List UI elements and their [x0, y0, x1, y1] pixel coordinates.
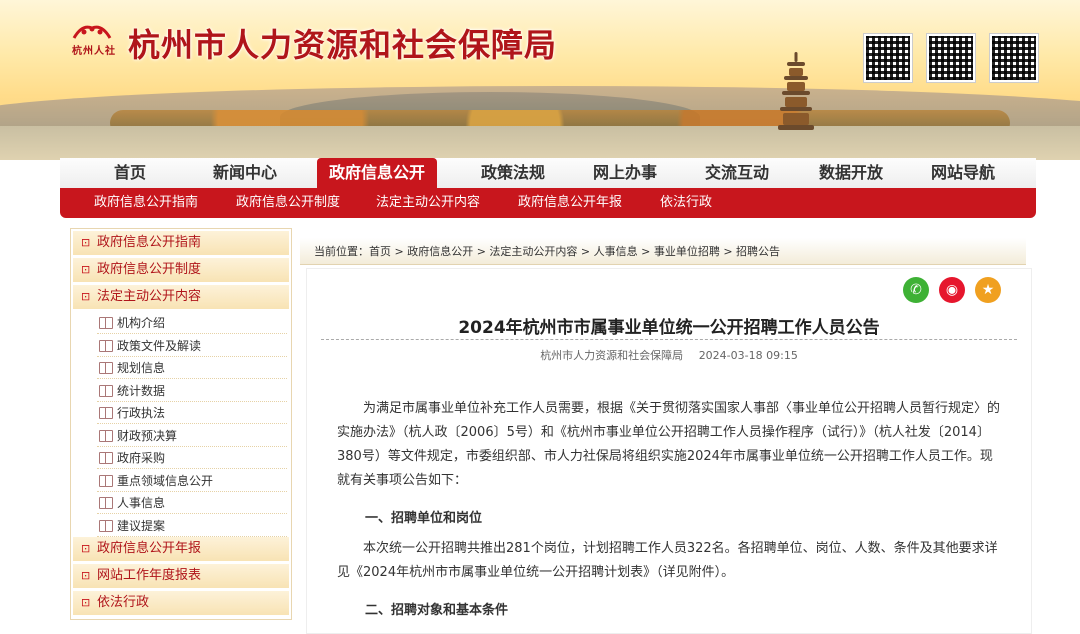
sidebar-subitem-org[interactable]: 机构介绍	[97, 313, 287, 334]
bullet-icon: ⊡	[81, 596, 91, 609]
book-icon	[99, 385, 113, 397]
nav-item-online-service[interactable]: 网上办事	[580, 158, 670, 188]
sidebar-item-label: 网站工作年度报表	[97, 568, 202, 583]
book-icon	[99, 475, 113, 487]
article-meta: 杭州市人力资源和社会保障局 2024-03-18 09:15	[307, 347, 1031, 363]
subnav-item-guide[interactable]: 政府信息公开指南	[94, 188, 198, 218]
site-logo[interactable]: 杭州人社	[66, 22, 118, 57]
nav-item-open-data[interactable]: 数据开放	[806, 158, 896, 188]
sidebar-subitem-label: 行政执法	[117, 406, 166, 420]
sidebar-item-site-report[interactable]: ⊡ 网站工作年度报表	[73, 564, 289, 588]
subnav-item-annual-report[interactable]: 政府信息公开年报	[518, 188, 622, 218]
sidebar-item-annual-report[interactable]: ⊡ 政府信息公开年报	[73, 537, 289, 561]
sub-nav: 政府信息公开指南 政府信息公开制度 法定主动公开内容 政府信息公开年报 依法行政	[60, 188, 1036, 218]
lake-decoration	[0, 126, 1080, 160]
sidebar-subitem-label: 政府采购	[117, 451, 166, 465]
sidebar-subitem-personnel[interactable]: 人事信息	[97, 493, 287, 514]
header-banner: 杭州人社 杭州市人力资源和社会保障局	[0, 0, 1080, 160]
sidebar-subitem-policy-docs[interactable]: 政策文件及解读	[97, 336, 287, 357]
sidebar-subitem-procurement[interactable]: 政府采购	[97, 448, 287, 469]
book-icon	[99, 317, 113, 329]
sidebar-item-label: 政府信息公开制度	[97, 262, 202, 277]
section-heading-1: 一、招聘单位和岗位	[365, 511, 483, 526]
article-title: 2024年杭州市市属事业单位统一公开招聘工作人员公告	[458, 318, 880, 338]
site-title: 杭州市人力资源和社会保障局	[128, 26, 558, 64]
paragraph-positions: 本次统一公开招聘共推出281个岗位，计划招聘工作人员322名。各招聘单位、岗位、…	[337, 541, 998, 580]
bullet-icon: ⊡	[81, 263, 91, 276]
sidebar-subitem-planning[interactable]: 规划信息	[97, 358, 287, 379]
favorite-icon[interactable]: ★	[975, 277, 1001, 303]
sidebar-subitem-key-areas[interactable]: 重点领域信息公开	[97, 471, 287, 492]
bullet-icon: ⊡	[81, 290, 91, 303]
main-nav: 首页 新闻中心 政府信息公开 政策法规 网上办事 交流互动 数据开放 网站导航	[60, 158, 1036, 188]
article-date: 2024-03-18 09:15	[698, 349, 798, 362]
sidebar-subitem-label: 建议提案	[117, 519, 166, 533]
qr-code-1	[864, 34, 912, 82]
logo-icon	[72, 25, 112, 39]
nav-item-policy[interactable]: 政策法规	[468, 158, 558, 188]
sidebar-subitem-label: 机构介绍	[117, 316, 166, 330]
sidebar-subitem-statistics[interactable]: 统计数据	[97, 381, 287, 402]
book-icon	[99, 407, 113, 419]
book-icon	[99, 497, 113, 509]
qr-code-2	[927, 34, 975, 82]
sidebar-item-disclosure[interactable]: ⊡ 法定主动公开内容	[73, 285, 289, 309]
subnav-item-disclosure[interactable]: 法定主动公开内容	[376, 188, 480, 218]
divider	[321, 339, 1017, 340]
nav-item-home[interactable]: 首页	[90, 158, 170, 188]
nav-item-news[interactable]: 新闻中心	[200, 158, 290, 188]
bullet-icon: ⊡	[81, 569, 91, 582]
wechat-icon[interactable]: ✆	[903, 277, 929, 303]
sidebar-item-label: 依法行政	[97, 595, 150, 610]
book-icon	[99, 452, 113, 464]
sidebar-subitem-label: 财政预决算	[117, 429, 178, 443]
sidebar-item-law[interactable]: ⊡ 依法行政	[73, 591, 289, 615]
book-icon	[99, 340, 113, 352]
nav-item-site-nav[interactable]: 网站导航	[918, 158, 1008, 188]
qr-code-3	[990, 34, 1038, 82]
sidebar-subitem-enforcement[interactable]: 行政执法	[97, 403, 287, 424]
paragraph-intro: 为满足市属事业单位补充工作人员需要，根据《关于贯彻落实国家人事部〈事业单位公开招…	[337, 401, 1001, 488]
sidebar-item-label: 政府信息公开指南	[97, 235, 202, 250]
bullet-icon: ⊡	[81, 236, 91, 249]
breadcrumb: 当前位置：首页 > 政府信息公开 > 法定主动公开内容 > 人事信息 > 事业单…	[300, 238, 1026, 265]
sidebar: ⊡ 政府信息公开指南 ⊡ 政府信息公开制度 ⊡ 法定主动公开内容 机构介绍 政策…	[70, 228, 292, 620]
nav-item-interaction[interactable]: 交流互动	[692, 158, 782, 188]
breadcrumb-text[interactable]: 当前位置：首页 > 政府信息公开 > 法定主动公开内容 > 人事信息 > 事业单…	[314, 243, 780, 259]
logo-text: 杭州人社	[72, 46, 116, 57]
sidebar-subitem-label: 人事信息	[117, 496, 166, 510]
article-source: 杭州市人力资源和社会保障局	[540, 349, 684, 362]
sidebar-item-label: 政府信息公开年报	[97, 541, 202, 556]
section-heading-2: 二、招聘对象和基本条件	[365, 603, 509, 618]
sidebar-subitem-label: 重点领域信息公开	[117, 474, 214, 488]
weibo-icon[interactable]: ◉	[939, 277, 965, 303]
subnav-item-system[interactable]: 政府信息公开制度	[236, 188, 340, 218]
sidebar-subitem-label: 政策文件及解读	[117, 339, 202, 353]
sidebar-subitem-label: 统计数据	[117, 384, 166, 398]
article: ✆ ◉ ★ 2024年杭州市市属事业单位统一公开招聘工作人员公告 杭州市人力资源…	[306, 268, 1032, 634]
book-icon	[99, 430, 113, 442]
sidebar-subitem-proposals[interactable]: 建议提案	[97, 516, 287, 537]
sidebar-item-guide[interactable]: ⊡ 政府信息公开指南	[73, 231, 289, 255]
book-icon	[99, 362, 113, 374]
nav-item-gov-info[interactable]: 政府信息公开	[317, 158, 437, 188]
sidebar-subitem-label: 规划信息	[117, 361, 166, 375]
sidebar-subitem-budget[interactable]: 财政预决算	[97, 426, 287, 447]
pagoda-image	[778, 52, 814, 136]
sidebar-item-label: 法定主动公开内容	[97, 289, 202, 304]
bullet-icon: ⊡	[81, 542, 91, 555]
book-icon	[99, 520, 113, 532]
sidebar-item-system[interactable]: ⊡ 政府信息公开制度	[73, 258, 289, 282]
subnav-item-law[interactable]: 依法行政	[660, 188, 712, 218]
